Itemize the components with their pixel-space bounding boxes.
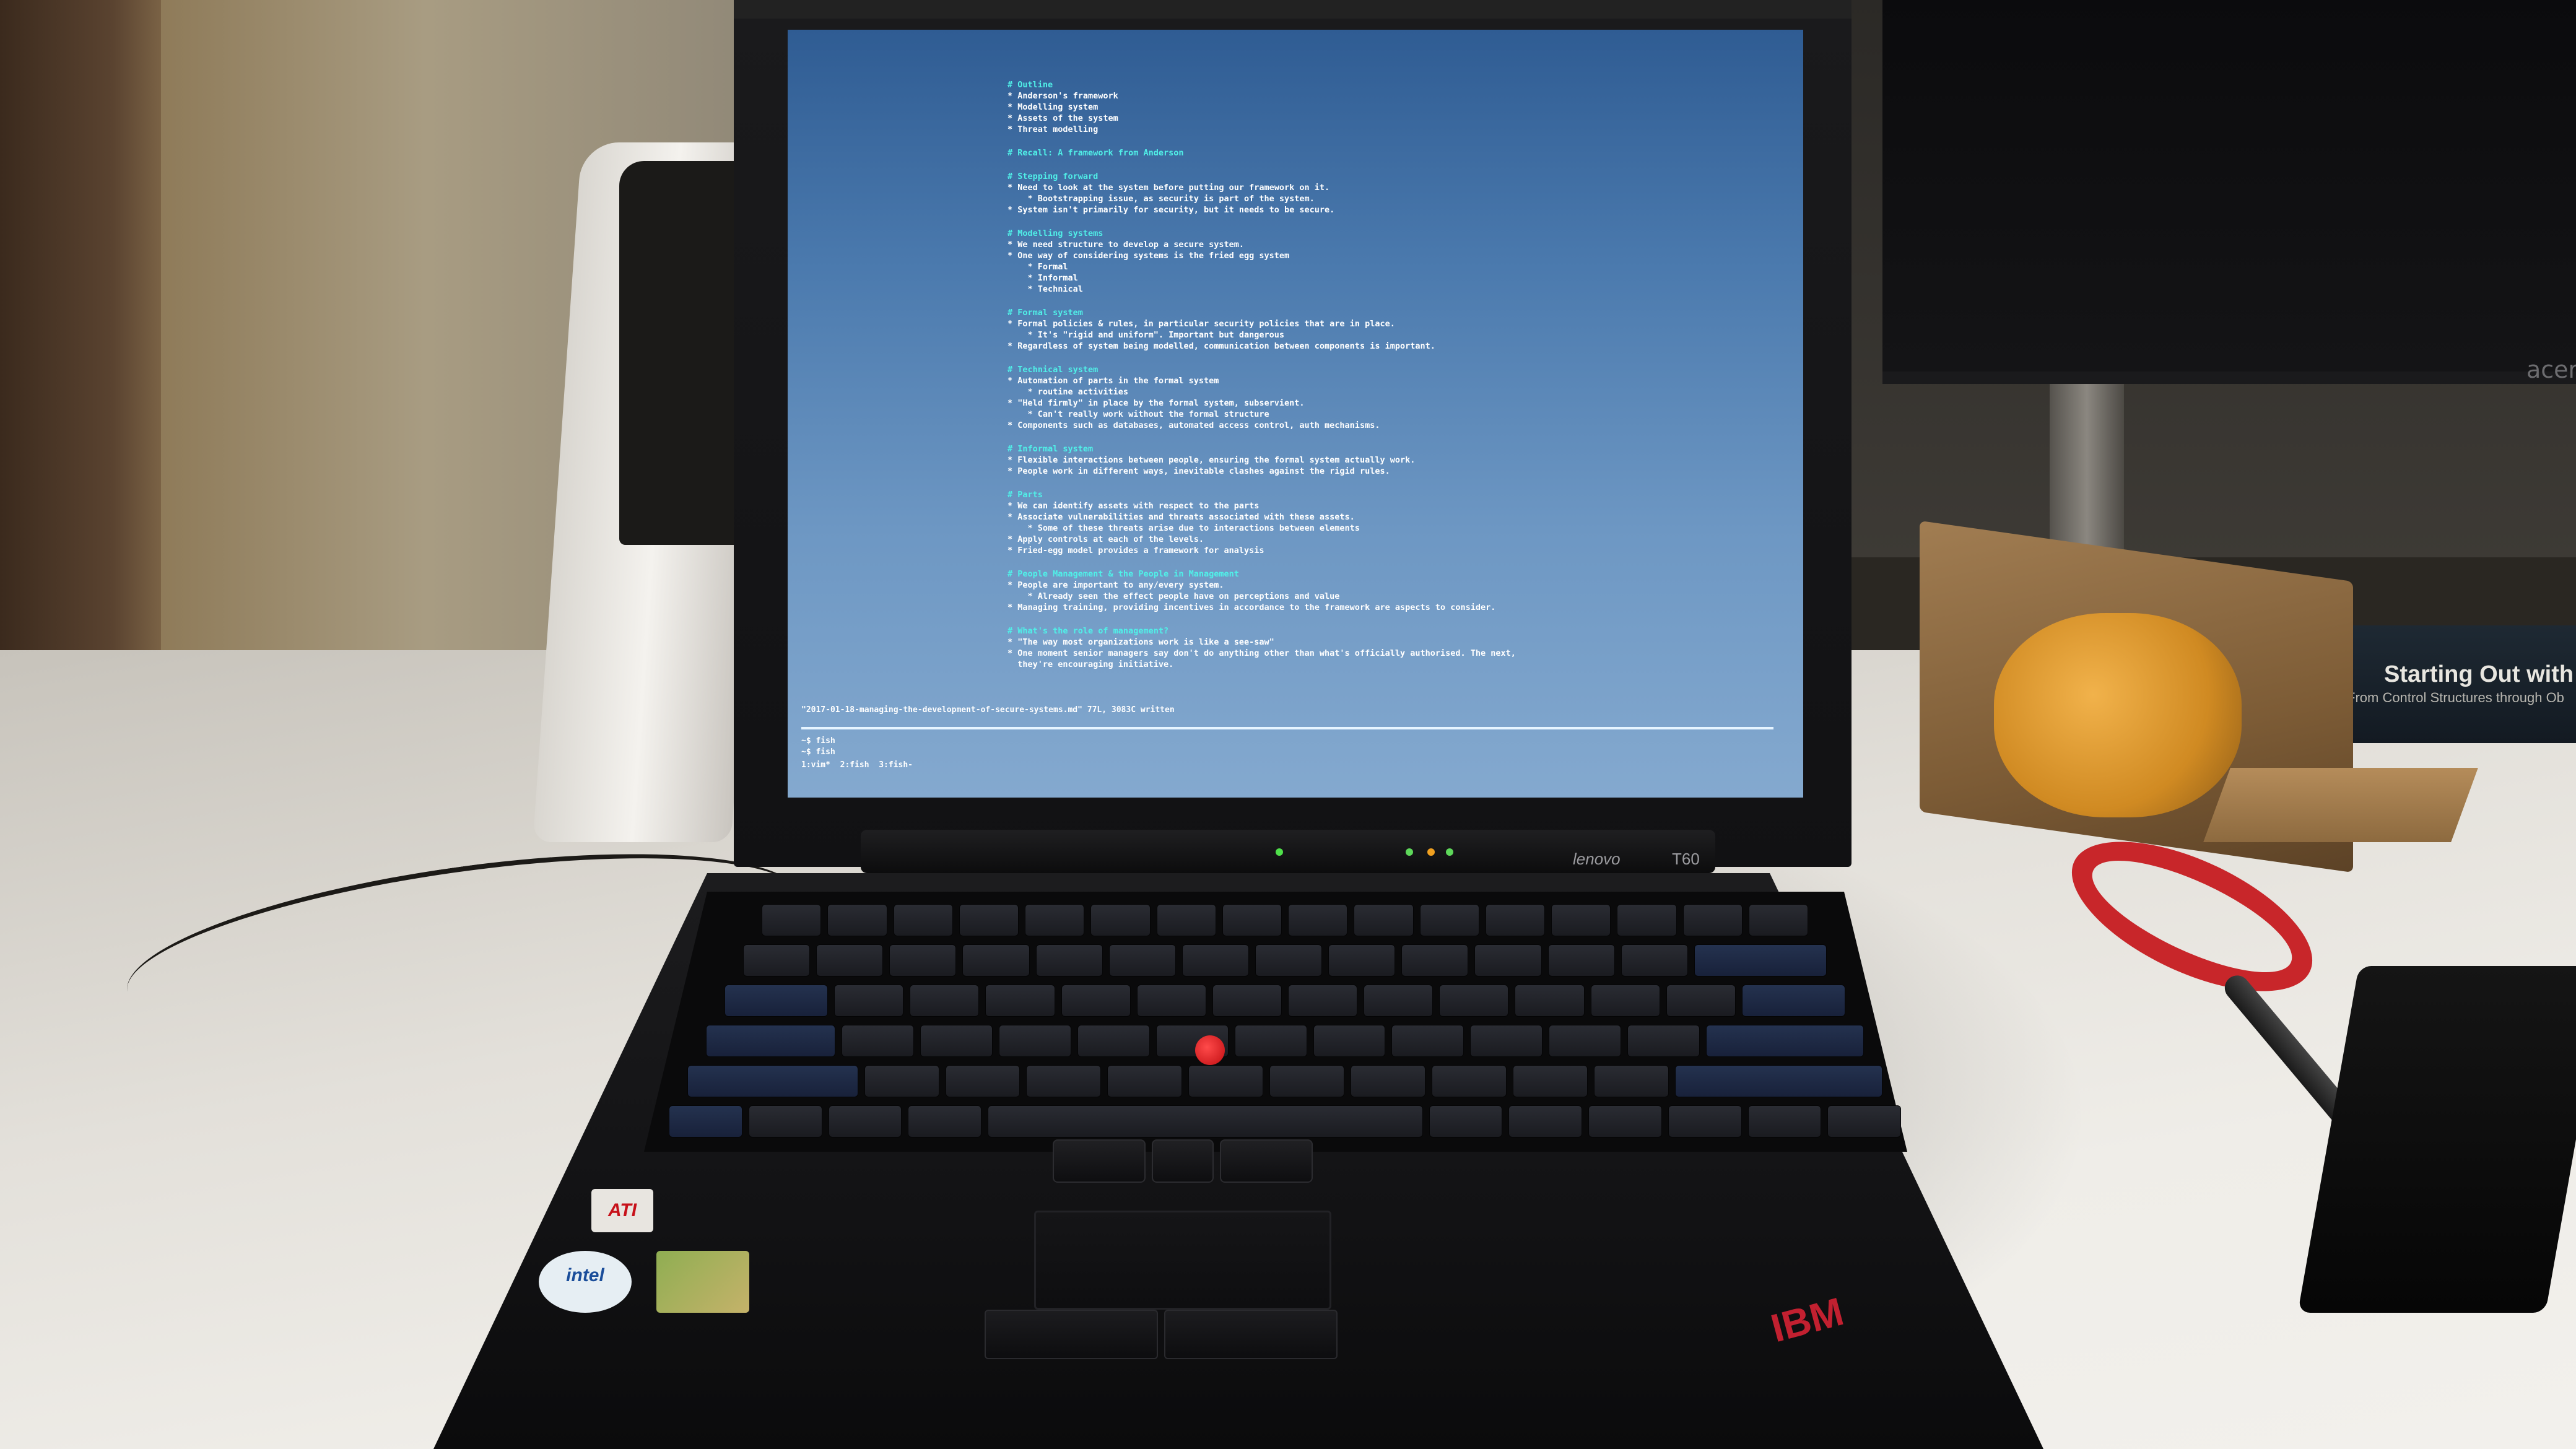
bullet-line: * It's "rigid and uniform". Important bu… xyxy=(1007,330,1285,340)
bullet-line: * Automation of parts in the formal syst… xyxy=(1007,376,1219,386)
bullet-line: * Technical xyxy=(1007,284,1083,294)
trackpoint[interactable] xyxy=(1195,1035,1225,1065)
section-heading: # Formal system xyxy=(1007,308,1083,318)
lenovo-logo: lenovo xyxy=(1573,850,1621,868)
bullet-line: * We need structure to develop a secure … xyxy=(1007,240,1245,250)
ati-sticker: ATI xyxy=(591,1189,653,1232)
trackpoint-right-button[interactable] xyxy=(1220,1139,1313,1183)
key-row xyxy=(743,944,1827,977)
bullet-line: * People are important to any/every syst… xyxy=(1007,580,1224,590)
bullet-line: * Bootstrapping issue, as security is pa… xyxy=(1007,194,1315,204)
bullet-line: * Flexible interactions between people, … xyxy=(1007,455,1416,465)
note-section: # Informal system * Flexible interactions… xyxy=(1007,443,1751,477)
bullet-line: * "Held firmly" in place by the formal s… xyxy=(1007,398,1305,408)
bullet-line: * System isn't primarily for security, b… xyxy=(1007,205,1335,215)
bullet-line: * Components such as databases, automate… xyxy=(1007,420,1380,430)
bullet-line: * "The way most organizations work is li… xyxy=(1007,637,1274,647)
laptop-screen: # Outline * Anderson's framework * Modelli… xyxy=(788,30,1803,798)
bullet-line: * Regardless of system being modelled, c… xyxy=(1007,341,1435,351)
touchpad-left-button[interactable] xyxy=(985,1310,1158,1359)
touchpad-right-button[interactable] xyxy=(1164,1310,1338,1359)
key-row xyxy=(687,1065,1882,1097)
section-heading: # Outline xyxy=(1007,80,1053,90)
bezel-top xyxy=(734,0,1852,19)
trackpoint-middle-button[interactable] xyxy=(1152,1139,1214,1183)
bullet-line: * Managing training, providing incentive… xyxy=(1007,603,1496,612)
bullet-line: * Already seen the effect people have on… xyxy=(1007,591,1340,601)
bullet-line: * Modelling system xyxy=(1007,102,1099,112)
bullet-line: * Some of these threats arise due to int… xyxy=(1007,523,1360,533)
status-led xyxy=(1427,848,1435,856)
section-heading: # Modelling systems xyxy=(1007,228,1103,238)
status-led xyxy=(1406,848,1413,856)
note-section: # Parts * We can identify assets with res… xyxy=(1007,489,1751,556)
vim-status-line: "2017-01-18-managing-the-development-of-… xyxy=(801,705,1175,715)
bullet-line: * Anderson's framework xyxy=(1007,91,1118,101)
note-section: # Stepping forward * Need to look at the … xyxy=(1007,171,1751,215)
bullet-line: * Need to look at the system before putt… xyxy=(1007,183,1330,193)
note-section: # Modelling systems * We need structure t… xyxy=(1007,228,1751,295)
key-row xyxy=(762,904,1808,936)
speaker-grille xyxy=(619,161,749,545)
fish-prompt-line: ~$ fish xyxy=(801,736,835,746)
section-heading: # Recall: A framework from Anderson xyxy=(1007,148,1184,158)
bullet-line: * People work in different ways, inevita… xyxy=(1007,466,1390,476)
note-section: # Recall: A framework from Anderson xyxy=(1007,147,1751,159)
trackpoint-left-button[interactable] xyxy=(1053,1139,1146,1183)
bullet-line: * Informal xyxy=(1007,273,1078,283)
bullet-line: * Fried-egg model provides a framework f… xyxy=(1007,546,1264,555)
bullet-line: * Apply controls at each of the levels. xyxy=(1007,534,1204,544)
key-row xyxy=(706,1025,1865,1057)
external-monitor xyxy=(1882,0,2576,384)
book-subtitle: From Control Structures through Ob xyxy=(2347,690,2564,705)
bullet-line: * One way of considering systems is the … xyxy=(1007,251,1290,261)
bullet-line: * routine activities xyxy=(1007,387,1129,397)
bullet-line: * We can identify assets with respect to… xyxy=(1007,501,1260,511)
book-title: Starting Out with C++ xyxy=(2384,661,2576,687)
model-label: T60 xyxy=(1672,850,1700,868)
section-heading: # Stepping forward xyxy=(1007,172,1099,181)
bullet-line: they're encouraging initiative. xyxy=(1007,659,1174,669)
note-section: # Formal system * Formal policies & rules… xyxy=(1007,307,1751,352)
bullet-line: * Threat modelling xyxy=(1007,124,1099,134)
section-heading: # Technical system xyxy=(1007,365,1099,375)
key-row xyxy=(724,985,1846,1017)
section-heading: # Parts xyxy=(1007,490,1043,500)
status-led xyxy=(1446,848,1453,856)
bullet-line: * One moment senior managers say don't d… xyxy=(1007,648,1516,658)
bullet-line: * Associate vulnerabilities and threats … xyxy=(1007,512,1355,522)
bullet-line: * Formal xyxy=(1007,262,1068,272)
packaged-item xyxy=(1994,613,2242,817)
fish-prompt-line: ~$ fish xyxy=(801,747,835,757)
note-section: # People Management & the People in Mana… xyxy=(1007,568,1751,613)
pane-divider xyxy=(801,727,1773,729)
key-row xyxy=(669,1105,1901,1138)
photo-scene: acer Starting Out with C++ From Control … xyxy=(0,0,2576,1449)
tmux-status-bar: 1:vim* 2:fish 3:fish- xyxy=(801,760,913,770)
section-heading: # People Management & the People in Mana… xyxy=(1007,569,1239,579)
bullet-line: * Formal policies & rules, in particular… xyxy=(1007,319,1395,329)
windows-sticker xyxy=(656,1251,749,1313)
section-heading: # Informal system xyxy=(1007,444,1094,454)
intel-sticker: intel xyxy=(539,1251,632,1313)
note-section: # Outline * Anderson's framework * Modelli… xyxy=(1007,79,1751,135)
status-led xyxy=(1276,848,1283,856)
monitor-brand: acer xyxy=(2526,356,2576,383)
note-section: # Technical system * Automation of parts … xyxy=(1007,364,1751,431)
bullet-line: * Assets of the system xyxy=(1007,113,1118,123)
section-heading: # What's the role of management? xyxy=(1007,626,1169,636)
bullet-line: * Can't really work without the formal s… xyxy=(1007,409,1269,419)
note-section: # What's the role of management? * "The w… xyxy=(1007,625,1751,670)
touchpad[interactable] xyxy=(1034,1211,1331,1310)
terminal-text: # Outline * Anderson's framework * Modelli… xyxy=(1007,79,1751,670)
box-flap xyxy=(2203,768,2478,842)
